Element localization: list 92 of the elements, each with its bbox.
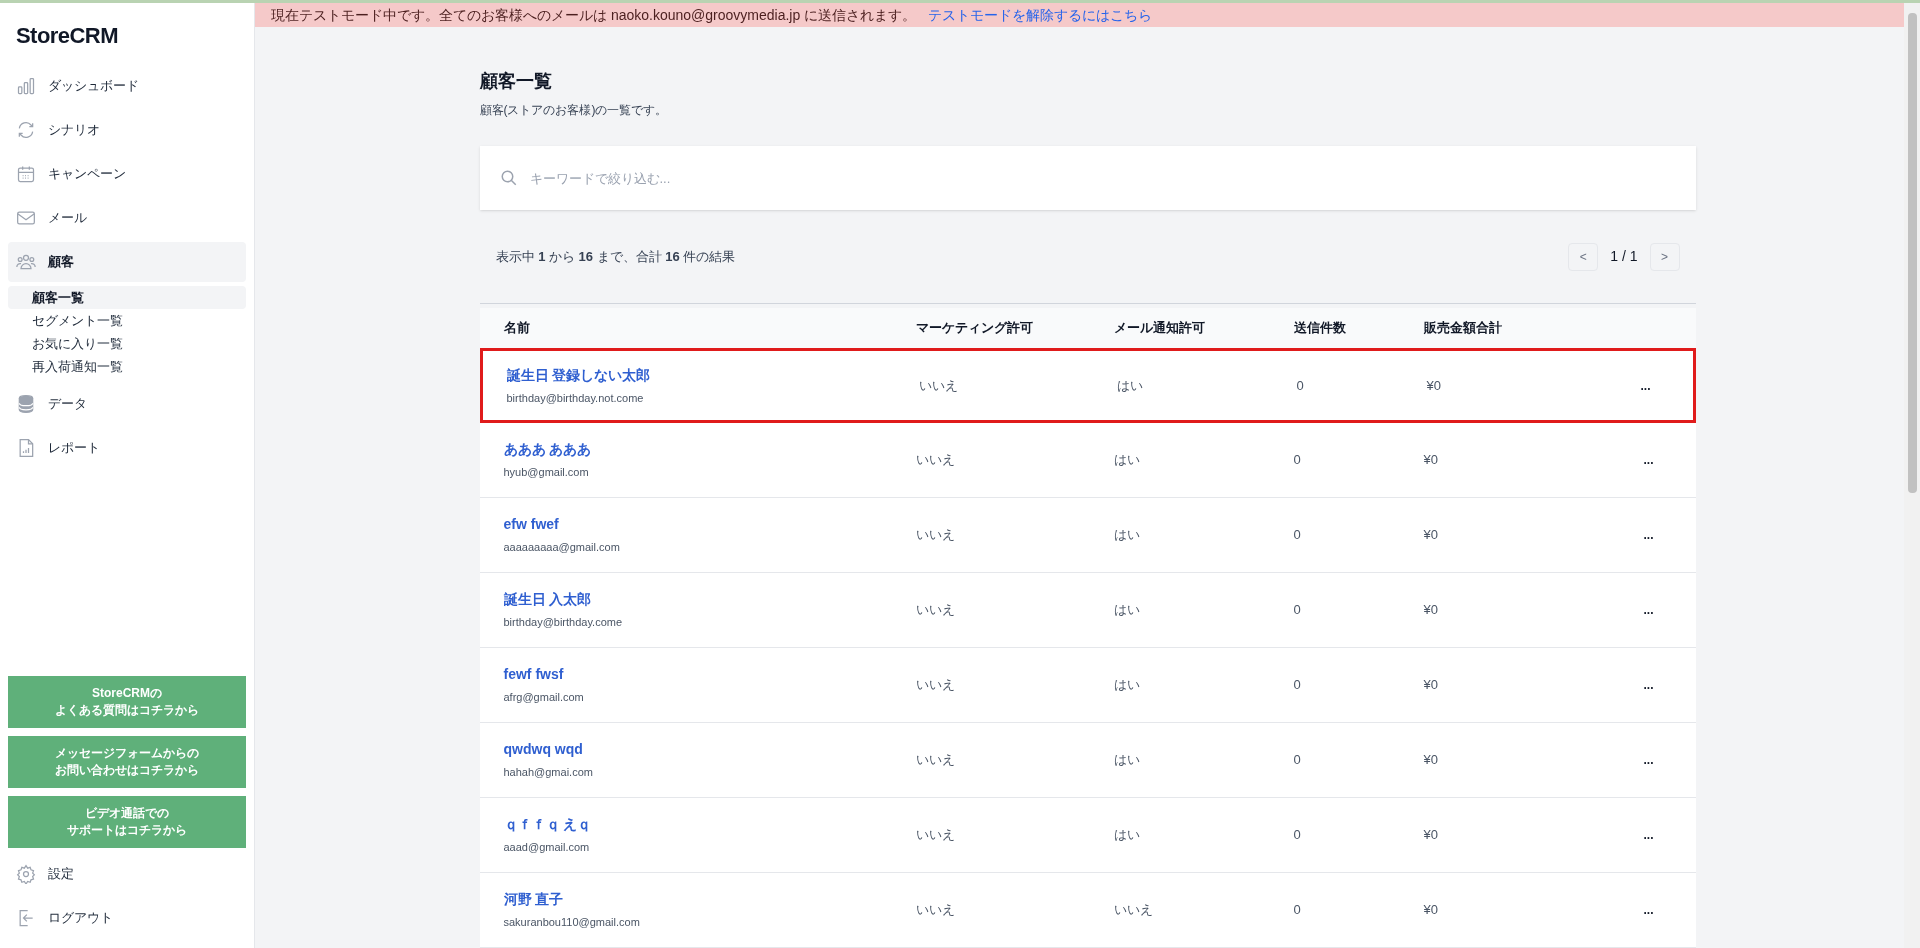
results-summary: 表示中 1 から 16 まで、合計 16 件の結果 — [495, 247, 736, 266]
customer-name-link[interactable]: efw fwef — [503, 514, 559, 536]
row-menu-button[interactable]: ... — [1640, 376, 1651, 395]
sales-total: ¥0 — [1423, 676, 1438, 695]
column-header: 名前 — [503, 319, 530, 338]
sales-total: ¥0 — [1423, 451, 1438, 470]
sent-count: 0 — [1293, 601, 1301, 620]
marketing-permission: いいえ — [915, 676, 955, 695]
marketing-permission: いいえ — [915, 451, 955, 470]
customer-email: aaad@gmail.com — [503, 840, 590, 856]
disable-test-mode-link[interactable]: テストモードを解除するにはこちら — [928, 4, 1153, 26]
sales-total: ¥0 — [1423, 901, 1438, 920]
people-icon — [16, 252, 36, 272]
sales-total: ¥0 — [1423, 526, 1438, 545]
column-header: 送信件数 — [1293, 319, 1346, 338]
sent-count: 0 — [1296, 376, 1304, 395]
sidebar-item[interactable]: ログアウト — [8, 896, 246, 940]
next-page-button[interactable]: > — [1649, 242, 1680, 271]
marketing-permission: いいえ — [915, 751, 955, 770]
sent-count: 0 — [1293, 451, 1301, 470]
page-title: 顧客一覧 — [479, 70, 552, 93]
customer-email: sakuranbou110@gmail.com — [503, 915, 640, 931]
search-field[interactable]: キーワードで絞り込む... — [479, 146, 1696, 210]
customer-email: aaaaaaaaa@gmail.com — [503, 540, 620, 556]
customer-email: hahah@gmai.com — [503, 765, 593, 781]
row-menu-button[interactable]: ... — [1643, 751, 1654, 769]
notification-permission: はい — [1113, 676, 1140, 695]
marketing-permission: いいえ — [915, 826, 955, 845]
page-indicator: 1 / 1 — [1609, 247, 1639, 266]
sidebar-item[interactable]: キャンペーン — [8, 154, 246, 194]
row-menu-button[interactable]: ... — [1643, 826, 1654, 844]
sidebar-subitem[interactable]: 再入荷通知一覧 — [8, 355, 246, 378]
previous-page-button[interactable]: < — [1568, 242, 1599, 271]
row-menu-button[interactable]: ... — [1643, 451, 1654, 469]
sent-count: 0 — [1293, 526, 1301, 545]
sidebar-subitem[interactable]: セグメント一覧 — [8, 309, 246, 332]
notification-permission: はい — [1116, 376, 1143, 395]
row-menu-button[interactable]: ... — [1643, 601, 1654, 619]
bar-chart-icon — [16, 76, 36, 96]
marketing-permission: いいえ — [915, 901, 955, 920]
scrollbar-thumb[interactable] — [1907, 13, 1917, 493]
notification-permission: いいえ — [1113, 901, 1153, 920]
row-menu-button[interactable]: ... — [1643, 526, 1654, 544]
sales-total: ¥0 — [1426, 376, 1441, 395]
customer-email: birthday@birthday.come — [503, 615, 623, 631]
sales-total: ¥0 — [1423, 751, 1438, 770]
database-icon — [16, 394, 36, 414]
marketing-permission: いいえ — [918, 376, 958, 395]
marketing-permission: いいえ — [915, 526, 955, 545]
sidebar-item[interactable]: メール — [8, 198, 246, 238]
sent-count: 0 — [1293, 901, 1301, 920]
column-header: 販売金額合計 — [1423, 319, 1502, 338]
customer-name-link[interactable]: qwdwq wqd — [503, 739, 583, 761]
notification-permission: はい — [1113, 526, 1140, 545]
column-header: マーケティング許可 — [915, 319, 1033, 338]
sidebar-item[interactable]: ダッシュボード — [8, 66, 246, 106]
search-icon — [499, 169, 518, 187]
sent-count: 0 — [1293, 826, 1301, 845]
marketing-permission: いいえ — [915, 601, 955, 620]
refresh-icon — [16, 120, 36, 140]
customer-name-link[interactable]: ｑｆｆｑ えｑ — [503, 814, 592, 836]
sent-count: 0 — [1293, 751, 1301, 770]
banner-message: 現在テストモード中です。全てのお客様へのメールは naoko.kouno@groovymedia.jp に送信されます。 — [271, 5, 917, 25]
customer-name-link[interactable]: 誕生日 入太郎 — [503, 589, 592, 611]
app-logo: StoreCRM — [15, 22, 119, 50]
sales-total: ¥0 — [1423, 601, 1438, 620]
sidebar-item[interactable]: 設定 — [8, 852, 246, 896]
customer-name-link[interactable]: 河野 直子 — [503, 889, 564, 911]
sidebar-subitem[interactable]: お気に入り一覧 — [8, 332, 246, 355]
settings-icon — [16, 864, 36, 884]
sales-total: ¥0 — [1423, 826, 1438, 845]
row-menu-button[interactable]: ... — [1643, 676, 1654, 694]
sent-count: 0 — [1293, 676, 1301, 695]
sidebar-item[interactable]: データ — [8, 384, 246, 424]
sidebar-subitem[interactable]: 顧客一覧 — [8, 286, 246, 309]
customer-email: birthday@birthday.not.come — [506, 390, 644, 406]
customer-name-link[interactable]: fewf fwsf — [503, 664, 564, 686]
customer-email: hyub@gmail.com — [503, 465, 589, 481]
customer-name-link[interactable]: あああ あああ — [503, 439, 592, 461]
page-subtitle: 顧客(ストアのお客様)の一覧です。 — [479, 102, 668, 119]
customer-name-link[interactable]: 誕生日 登録しない太郎 — [506, 364, 651, 386]
notification-permission: はい — [1113, 751, 1140, 770]
column-header: メール通知許可 — [1113, 319, 1205, 338]
calendar-icon — [16, 164, 36, 184]
customer-email: afrg@gmail.com — [503, 690, 584, 706]
row-menu-button[interactable]: ... — [1643, 901, 1654, 919]
notification-permission: はい — [1113, 601, 1140, 620]
sidebar-item[interactable]: レポート — [8, 428, 246, 468]
notification-permission: はい — [1113, 451, 1140, 470]
sidebar-item[interactable]: シナリオ — [8, 110, 246, 150]
notification-permission: はい — [1113, 826, 1140, 845]
sidebar-item[interactable]: 顧客 — [8, 242, 246, 282]
